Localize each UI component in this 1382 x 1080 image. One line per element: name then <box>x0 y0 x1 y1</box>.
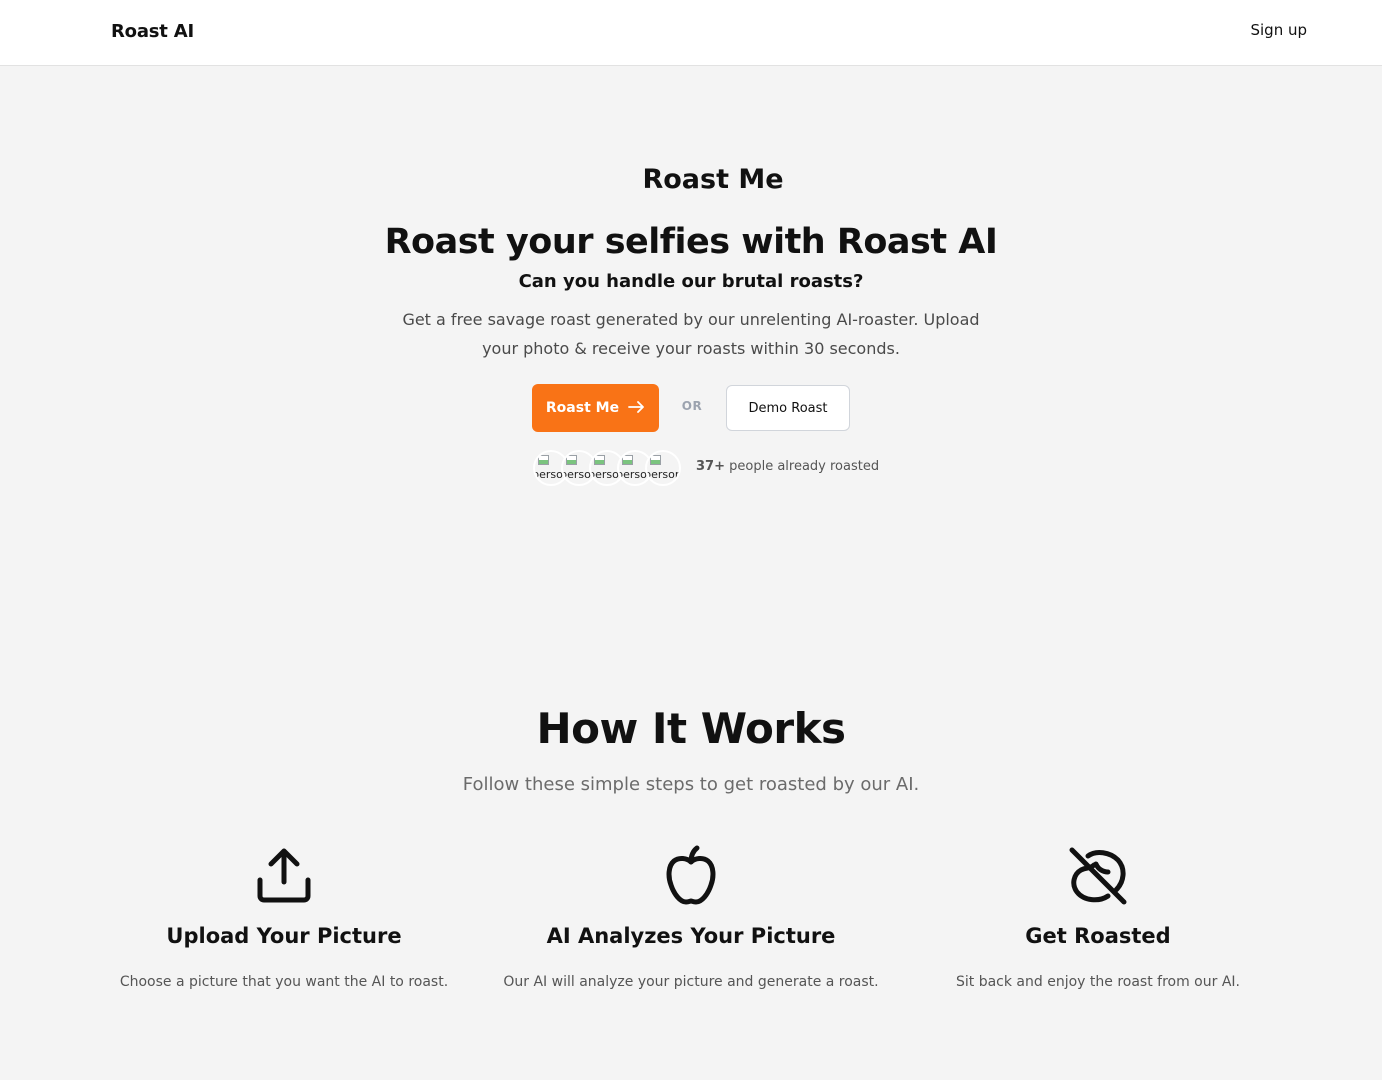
step-title: Upload Your Picture <box>166 924 402 948</box>
how-it-works-section: How It Works Follow these simple steps t… <box>0 704 1382 795</box>
social-proof-text: 37+ people already roasted <box>696 459 879 474</box>
hero-headline: Roast your selfies with Roast AI <box>384 222 998 262</box>
roast-me-label: Roast Me <box>545 400 620 416</box>
how-it-works-title: How It Works <box>536 704 846 753</box>
apple-icon <box>659 844 723 908</box>
or-divider-label: OR <box>681 399 703 413</box>
avatar: person <box>645 450 681 486</box>
hero-eyebrow: Roast Me <box>642 164 784 195</box>
bean-off-icon <box>1066 844 1130 908</box>
broken-image-icon <box>566 455 577 465</box>
avatar-alt-text: person <box>645 468 681 481</box>
broken-image-icon <box>622 455 633 465</box>
step-upload: Upload Your Picture Choose a picture tha… <box>74 844 494 990</box>
brand-logo-link[interactable]: Roast AI <box>111 21 194 42</box>
broken-image-icon <box>538 455 549 465</box>
step-description: Choose a picture that you want the AI to… <box>119 974 449 990</box>
broken-image-icon <box>650 455 661 465</box>
hero-subheadline: Can you handle our brutal roasts? <box>518 271 864 292</box>
proof-count: 37+ <box>696 459 725 474</box>
step-description: Sit back and enjoy the roast from our AI… <box>956 974 1240 990</box>
how-it-works-subtitle: Follow these simple steps to get roasted… <box>462 774 920 795</box>
top-navbar: Roast AI Sign up <box>0 0 1382 66</box>
broken-image-icon <box>594 455 605 465</box>
avatar-stack: person person person person person <box>533 450 685 486</box>
step-title: AI Analyzes Your Picture <box>546 924 836 948</box>
cta-row: Roast Me OR Demo Roast <box>0 384 1382 432</box>
signup-link[interactable]: Sign up <box>1250 21 1307 39</box>
step-get-roasted: Get Roasted Sit back and enjoy the roast… <box>888 844 1308 990</box>
hero-description: Get a free savage roast generated by our… <box>402 310 980 358</box>
demo-roast-button[interactable]: Demo Roast <box>726 385 850 431</box>
proof-label: people already roasted <box>729 459 880 474</box>
step-analyze: AI Analyzes Your Picture Our AI will ana… <box>481 844 901 990</box>
step-description: Our AI will analyze your picture and gen… <box>503 974 879 990</box>
arrow-right-icon <box>628 400 645 416</box>
upload-icon <box>252 844 316 908</box>
roast-me-button[interactable]: Roast Me <box>532 384 659 432</box>
step-title: Get Roasted <box>1025 924 1171 948</box>
social-proof: person person person person person 37+ p… <box>0 450 1382 486</box>
